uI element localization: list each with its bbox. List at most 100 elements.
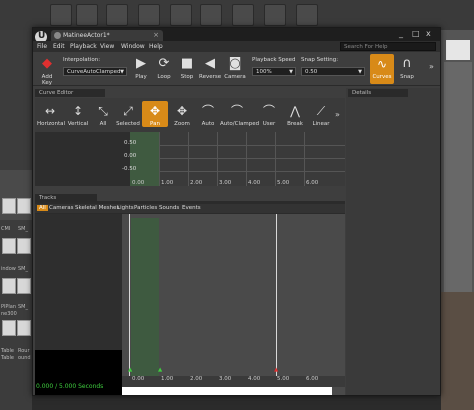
asset-thumbnail[interactable]	[17, 238, 31, 254]
bg-toolbar-button[interactable]	[138, 4, 160, 26]
loop-label: Loop	[157, 74, 171, 80]
tab-close-icon[interactable]: ×	[153, 31, 159, 39]
play-label: Play	[135, 74, 147, 80]
fit-all-icon: ⤡	[98, 104, 108, 118]
bg-toolbar-button[interactable]	[264, 4, 286, 26]
toolbar-more-icon[interactable]: »	[429, 62, 434, 71]
chevron-down-icon: ▼	[120, 69, 124, 75]
search-help-input[interactable]: Search For Help	[340, 42, 436, 51]
stop-button[interactable]: ■ Stop	[179, 55, 195, 80]
interpolation-dropdown[interactable]: CurveAutoClamped ▼	[63, 67, 127, 76]
timeline-scrollbar[interactable]	[122, 387, 332, 395]
curve-toolbar-more-icon[interactable]: »	[335, 110, 340, 119]
asset-thumbnail[interactable]	[2, 320, 16, 336]
close-button[interactable]: x	[426, 29, 431, 39]
zoom-button[interactable]: ✥ Zoom	[169, 101, 195, 127]
asset-thumbnail[interactable]	[2, 278, 16, 294]
asset-thumbnail[interactable]	[2, 198, 16, 214]
asset-label: indow	[1, 266, 16, 272]
menu-help[interactable]: Help	[149, 43, 163, 50]
bg-toolbar-button[interactable]	[170, 4, 192, 26]
reverse-icon: ◀	[205, 56, 215, 71]
window-tab[interactable]: MatineeActor1* ×	[51, 30, 163, 41]
viewport-wall	[444, 62, 472, 292]
timeline-time-tick: 5.00	[277, 376, 290, 382]
linear-button[interactable]: ⟋ Linear	[308, 101, 334, 127]
fit-vertical-button[interactable]: ↕ Vertical	[65, 101, 91, 127]
filter-events[interactable]: Events	[180, 205, 203, 211]
add-key-button[interactable]: ◆ Add Key	[36, 55, 58, 86]
asset-label: Table	[1, 348, 14, 354]
auto-clamped-button[interactable]: ⌒ Auto/Clamped	[220, 101, 259, 127]
playback-speed-dropdown[interactable]: 100% ▼	[252, 67, 296, 76]
asset-label: SM_	[18, 304, 28, 310]
reverse-label: Reverse	[199, 74, 222, 80]
matinee-window: MatineeActor1* × _ □ x File Edit Playbac…	[32, 27, 441, 396]
fit-horizontal-button[interactable]: ↔ Horizontal	[37, 101, 65, 127]
curve-value-label: 0.00	[124, 153, 137, 159]
snap-setting-dropdown[interactable]: 0.50 ▼	[301, 67, 365, 76]
asset-label: SM_	[18, 266, 28, 272]
snap-setting-value: 0.50	[305, 69, 318, 75]
menu-edit[interactable]: Edit	[53, 43, 65, 50]
timeline-start-marker[interactable]	[129, 214, 130, 384]
asset-thumbnail[interactable]	[17, 198, 31, 214]
interpolation-label: Interpolation:	[63, 57, 101, 63]
menu-playback[interactable]: Playback	[70, 43, 97, 50]
minimize-button[interactable]: _	[399, 29, 403, 39]
play-button[interactable]: ▶ Play	[133, 55, 149, 80]
pan-button[interactable]: ✥ Pan	[142, 101, 168, 127]
filter-cameras[interactable]: Cameras	[47, 205, 75, 211]
curve-time-tick: 1.00	[161, 180, 174, 186]
user-button[interactable]: ⌒ User	[256, 101, 282, 127]
play-icon: ▶	[136, 56, 146, 71]
user-tangent-icon: ⌒	[262, 104, 275, 118]
bg-toolbar-button[interactable]	[50, 4, 72, 26]
range-end-flag-icon[interactable]: ▲	[274, 367, 278, 373]
curve-value-label: -0.50	[122, 166, 137, 172]
bg-toolbar-button[interactable]	[76, 4, 98, 26]
asset-thumbnail[interactable]	[17, 278, 31, 294]
asset-label: ound	[18, 355, 31, 361]
break-button[interactable]: ⋀ Break	[282, 101, 308, 127]
linear-tangent-icon: ⟋	[316, 104, 326, 118]
details-tab[interactable]: Details	[348, 89, 408, 97]
linear-label: Linear	[312, 121, 330, 127]
menu-view[interactable]: View	[100, 43, 114, 50]
playback-speed-value: 100%	[256, 69, 272, 75]
curves-button[interactable]: ∿ Curves	[370, 54, 394, 84]
fit-all-button[interactable]: ⤡ All	[90, 101, 116, 127]
stop-label: Stop	[180, 74, 194, 80]
curves-icon: ∿	[376, 57, 388, 71]
snap-button[interactable]: ∩ Snap	[397, 55, 417, 80]
asset-label: CMI	[1, 226, 11, 232]
bg-toolbar-button[interactable]	[200, 4, 222, 26]
auto-tangent-icon: ⌒	[201, 104, 214, 118]
menu-window[interactable]: Window	[121, 43, 145, 50]
range-start-flag-icon[interactable]: ▲	[128, 367, 132, 373]
asset-thumbnail[interactable]	[17, 320, 31, 336]
asset-thumbnail[interactable]	[2, 238, 16, 254]
curve-editor-tab[interactable]: Curve Editor	[35, 89, 105, 97]
loop-end-flag-icon[interactable]: ▲	[158, 367, 162, 373]
loop-icon: ⟳	[158, 56, 170, 71]
bg-toolbar-button[interactable]	[106, 4, 128, 26]
bg-toolbar-button[interactable]	[232, 4, 254, 26]
tracks-tab[interactable]: Tracks	[35, 194, 97, 202]
filter-sounds[interactable]: Sounds	[157, 205, 181, 211]
auto-button[interactable]: ⌒ Auto	[195, 101, 221, 127]
maximize-button[interactable]: □	[412, 29, 420, 39]
timeline-end-marker[interactable]	[276, 214, 277, 384]
title-bar[interactable]: MatineeActor1* × _ □ x	[33, 28, 440, 43]
menu-file[interactable]: File	[37, 43, 47, 50]
break-tangent-icon: ⋀	[290, 104, 300, 118]
pan-icon: ✥	[149, 104, 161, 118]
curve-graph[interactable]	[130, 132, 345, 186]
bg-toolbar-button[interactable]	[296, 4, 318, 26]
loop-button[interactable]: ⟳ Loop	[155, 55, 173, 80]
filter-particles[interactable]: Particles	[132, 205, 159, 211]
camera-button[interactable]: ◙ Camera	[224, 55, 246, 80]
fit-selected-button[interactable]: ⤢ Selected	[115, 101, 141, 127]
reverse-button[interactable]: ◀ Reverse	[199, 55, 221, 80]
auto-clamped-icon: ⌒	[230, 104, 243, 118]
